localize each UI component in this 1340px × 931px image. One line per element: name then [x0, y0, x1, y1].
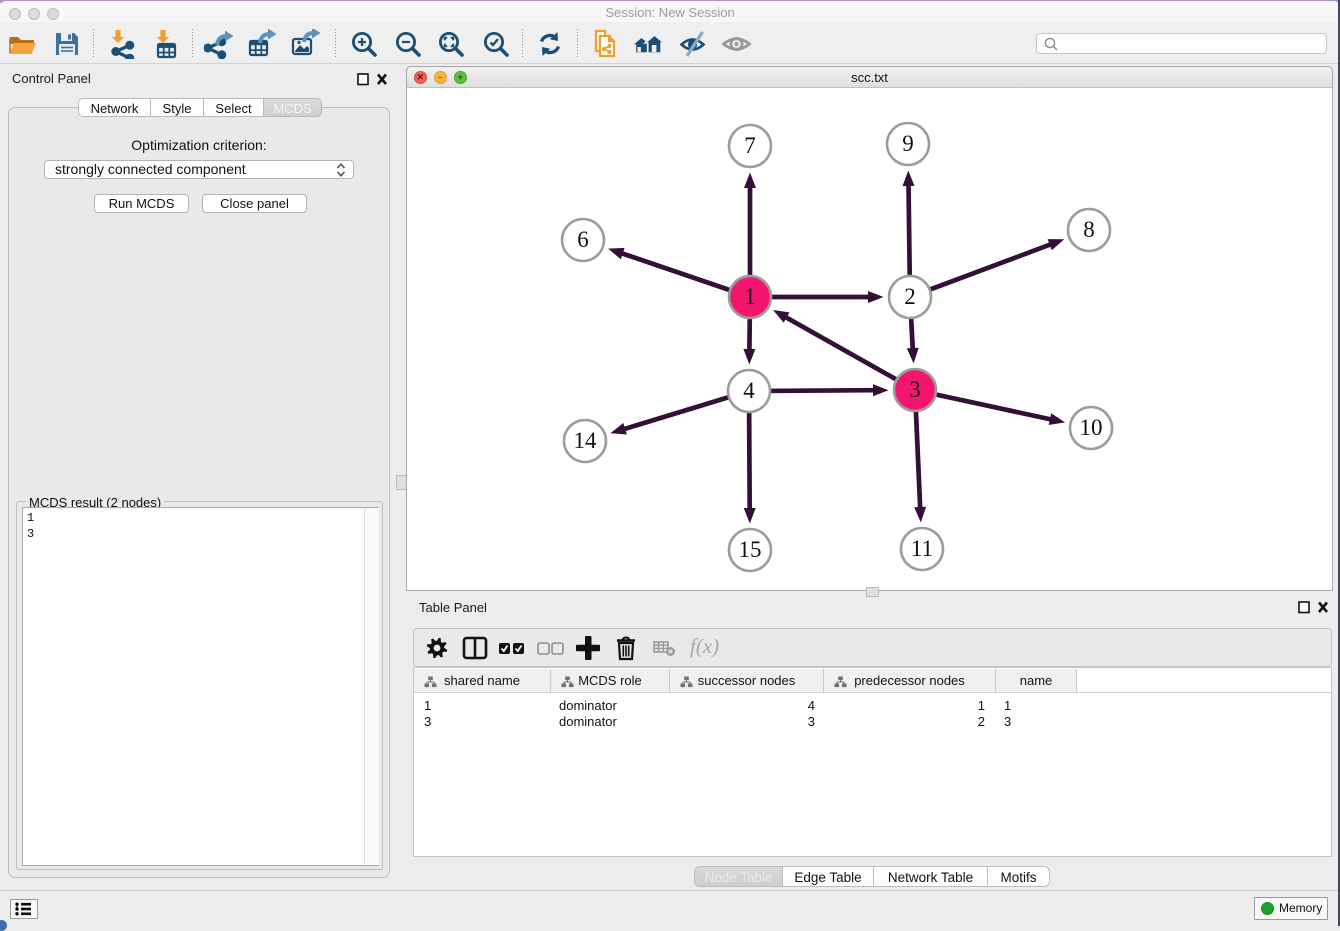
svg-text:3: 3	[909, 377, 921, 402]
svg-text:1: 1	[744, 284, 756, 309]
svg-text:11: 11	[911, 536, 933, 561]
svg-text:15: 15	[739, 537, 762, 562]
svg-text:7: 7	[744, 133, 756, 158]
svg-text:6: 6	[577, 227, 589, 252]
svg-text:8: 8	[1083, 217, 1095, 242]
svg-text:9: 9	[902, 131, 914, 156]
svg-text:14: 14	[574, 428, 598, 453]
svg-text:4: 4	[743, 378, 755, 403]
svg-text:2: 2	[904, 284, 916, 309]
svg-text:10: 10	[1080, 415, 1103, 440]
